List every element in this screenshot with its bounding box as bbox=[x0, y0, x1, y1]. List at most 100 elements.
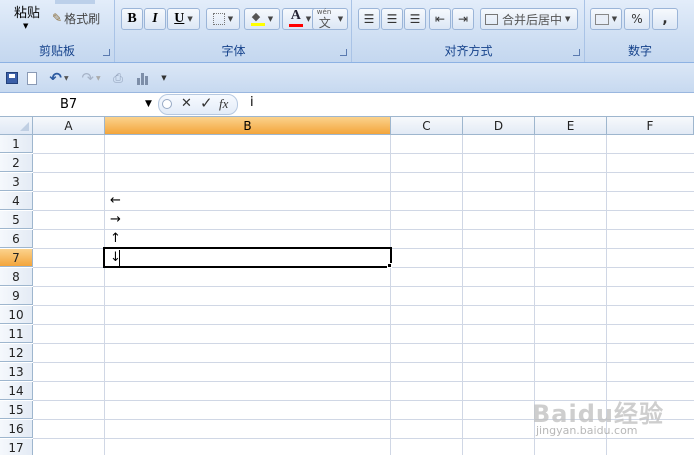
chevron-down-icon: ▼ bbox=[95, 74, 101, 82]
fill-color-swatch bbox=[250, 23, 265, 26]
dialog-launcher-icon[interactable] bbox=[103, 49, 110, 56]
paste-button[interactable]: 粘贴 ▼ bbox=[6, 0, 46, 40]
gridline bbox=[534, 135, 535, 455]
increase-indent-icon: ⇥ bbox=[457, 12, 469, 26]
accounting-format-button[interactable]: ▼ bbox=[590, 8, 622, 30]
borders-button[interactable]: ▼ bbox=[206, 8, 240, 30]
insert-function-button[interactable]: fx bbox=[219, 96, 228, 112]
row-header-17[interactable]: 17 bbox=[0, 439, 33, 455]
name-box[interactable]: B7 ▼ bbox=[0, 95, 158, 115]
increase-indent-button[interactable]: ⇥ bbox=[452, 8, 474, 30]
print-preview-icon: ⎙ bbox=[113, 70, 123, 85]
undo-icon: ↶ bbox=[49, 69, 62, 87]
cell-b4[interactable]: ← bbox=[104, 192, 390, 210]
enter-button[interactable]: ✓ bbox=[200, 94, 213, 112]
fill-color-button[interactable]: ◆ ▼ bbox=[244, 8, 280, 30]
row-header-13[interactable]: 13 bbox=[0, 363, 33, 381]
bold-button[interactable]: B bbox=[121, 8, 143, 30]
cell-b6[interactable]: ↑ bbox=[104, 230, 390, 248]
percent-button[interactable]: % bbox=[624, 8, 650, 30]
dialog-launcher-icon[interactable] bbox=[573, 49, 580, 56]
bar-chart-icon-bar bbox=[144, 75, 148, 85]
save-icon-label bbox=[9, 74, 15, 78]
row-header-16[interactable]: 16 bbox=[0, 420, 33, 438]
formula-input[interactable]: i bbox=[250, 95, 254, 110]
align-right-button[interactable]: ☰ bbox=[404, 8, 426, 30]
gridline bbox=[33, 286, 694, 287]
copy-button[interactable] bbox=[55, 0, 95, 4]
bar-chart-icon-bar bbox=[136, 77, 140, 85]
save-button[interactable] bbox=[4, 70, 20, 86]
gridline bbox=[33, 153, 694, 154]
column-header-e[interactable]: E bbox=[535, 117, 607, 135]
chevron-down-icon[interactable]: ▼ bbox=[145, 99, 152, 109]
redo-icon: ↷ bbox=[81, 69, 94, 87]
number-group-label: 数字 bbox=[627, 44, 652, 58]
redo-button[interactable]: ↷ ▼ bbox=[78, 69, 104, 87]
new-document-button[interactable] bbox=[24, 70, 40, 86]
row-header-10[interactable]: 10 bbox=[0, 306, 33, 324]
row-header-3[interactable]: 3 bbox=[0, 173, 33, 191]
row-header-8[interactable]: 8 bbox=[0, 268, 33, 286]
print-preview-button[interactable]: ⎙ bbox=[108, 70, 128, 86]
chevron-down-icon: ▼ bbox=[63, 74, 69, 82]
paint-bucket-icon: ◆ bbox=[250, 10, 265, 26]
column-header-b[interactable]: B bbox=[105, 117, 391, 135]
chart-button[interactable] bbox=[132, 70, 152, 86]
cell-b5[interactable]: → bbox=[104, 211, 390, 229]
gridline bbox=[33, 362, 694, 363]
merge-center-button[interactable]: 合并后居中 ▼ bbox=[480, 8, 578, 30]
comma-style-button[interactable]: , bbox=[652, 8, 678, 30]
row-header-1[interactable]: 1 bbox=[0, 135, 33, 153]
gridline bbox=[390, 135, 391, 455]
row-header-2[interactable]: 2 bbox=[0, 154, 33, 172]
ribbon: 粘贴 ▼ ✎ 格式刷 剪贴板 B I U ▼ ▼ ◆ ▼ A ▼ wén 文 ▼… bbox=[0, 0, 694, 63]
customize-toolbar-button[interactable]: ▼ bbox=[158, 70, 170, 86]
row-header-5[interactable]: 5 bbox=[0, 211, 33, 229]
dialog-launcher-icon[interactable] bbox=[340, 49, 347, 56]
row-header-7[interactable]: 7 bbox=[0, 249, 33, 267]
row-header-12[interactable]: 12 bbox=[0, 344, 33, 362]
gridline bbox=[33, 381, 694, 382]
gridline bbox=[104, 135, 105, 455]
merge-cells-icon bbox=[485, 13, 498, 25]
undo-button[interactable]: ↶ ▼ bbox=[46, 69, 72, 87]
gridline bbox=[33, 172, 694, 173]
row-header-9[interactable]: 9 bbox=[0, 287, 33, 305]
align-left-button[interactable]: ☰ bbox=[358, 8, 380, 30]
chevron-down-icon: ▼ bbox=[227, 15, 234, 23]
phonetic-char: 文 bbox=[318, 16, 331, 30]
underline-button[interactable]: U ▼ bbox=[167, 8, 200, 30]
phonetic-button[interactable]: wén 文 ▼ bbox=[312, 8, 348, 30]
format-painter-button[interactable]: ✎ 格式刷 bbox=[52, 9, 112, 27]
font-group-label: 字体 bbox=[221, 44, 246, 58]
bold-label: B bbox=[127, 11, 137, 26]
align-right-icon: ☰ bbox=[409, 12, 421, 26]
row-header-15[interactable]: 15 bbox=[0, 401, 33, 419]
chevron-down-icon: ▼ bbox=[305, 15, 312, 23]
column-header-d[interactable]: D bbox=[463, 117, 535, 135]
italic-button[interactable]: I bbox=[144, 8, 166, 30]
bar-chart-icon-bar bbox=[140, 72, 144, 85]
select-all-button[interactable] bbox=[0, 117, 33, 135]
column-header-f[interactable]: F bbox=[607, 117, 694, 135]
gridline bbox=[33, 419, 694, 420]
row-header-4[interactable]: 4 bbox=[0, 192, 33, 210]
worksheet-grid[interactable]: A B C D E F 1 2 3 4 5 6 7 8 9 10 11 12 1… bbox=[0, 117, 694, 455]
column-header-a[interactable]: A bbox=[33, 117, 105, 135]
border-icon bbox=[212, 13, 225, 25]
clipboard-group: 粘贴 ▼ ✎ 格式刷 剪贴板 bbox=[0, 0, 115, 62]
row-header-11[interactable]: 11 bbox=[0, 325, 33, 343]
splitter-handle-icon[interactable] bbox=[162, 99, 172, 109]
fill-handle[interactable] bbox=[387, 263, 392, 268]
formula-buttons: ✕ ✓ fx bbox=[158, 94, 238, 115]
chevron-down-icon: ▼ bbox=[161, 74, 167, 82]
align-center-button[interactable]: ☰ bbox=[381, 8, 403, 30]
row-header-6[interactable]: 6 bbox=[0, 230, 33, 248]
paste-label: 粘贴 bbox=[14, 6, 41, 21]
cancel-button[interactable]: ✕ bbox=[181, 96, 192, 111]
column-header-c[interactable]: C bbox=[391, 117, 463, 135]
row-header-14[interactable]: 14 bbox=[0, 382, 33, 400]
phonetic-icon: wén 文 bbox=[317, 8, 335, 30]
decrease-indent-button[interactable]: ⇤ bbox=[429, 8, 451, 30]
